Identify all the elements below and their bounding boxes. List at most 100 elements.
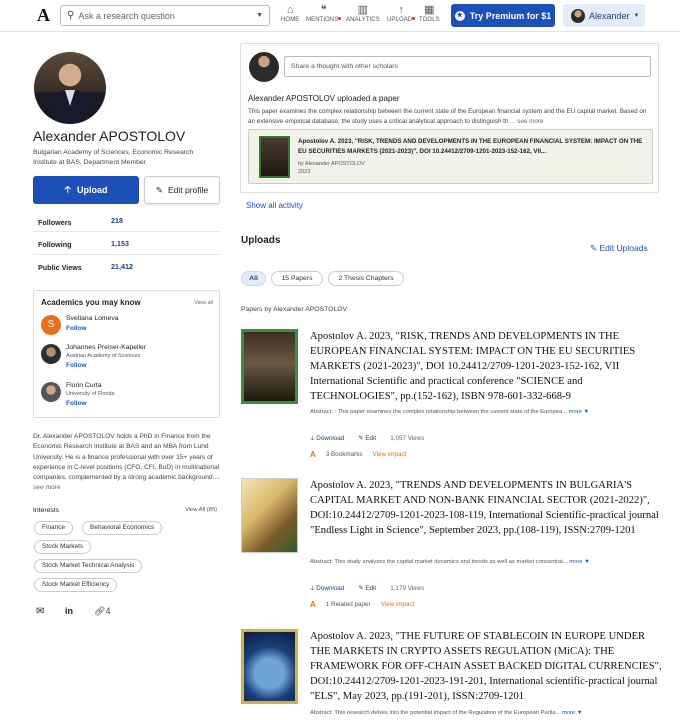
- link-icon: 🔗︎: [94, 606, 106, 616]
- academic-name[interactable]: Florin Curta: [66, 382, 102, 389]
- paper-abstract: Abstract: This study analyzes the capita…: [310, 559, 640, 565]
- user-avatar: [249, 52, 279, 82]
- paper-meta: A 3 Bookmarks View impact: [310, 450, 406, 459]
- activity-paper-title[interactable]: Apostolov A. 2023, "RISK, TRENDS AND DEV…: [298, 137, 648, 156]
- paper-actions: 🡣 Download ✎ Edit 1,179 Views: [310, 583, 424, 594]
- bio-see-more-link[interactable]: see more: [33, 484, 61, 491]
- dropdown-caret-icon[interactable]: ▼: [256, 12, 263, 19]
- activity-paper-card[interactable]: Apostolov A. 2023, "RISK, TRENDS AND DEV…: [248, 129, 653, 184]
- paper-bookmarks[interactable]: 3 Bookmarks: [326, 451, 363, 458]
- academic-avatar[interactable]: [41, 382, 61, 402]
- filter-papers[interactable]: 15 Papers: [271, 271, 323, 286]
- paper-views: 1,179 Views: [390, 585, 425, 592]
- upload-arrow-icon: 🡡: [64, 184, 71, 194]
- profile-name: Alexander APOSTOLOV: [33, 128, 186, 144]
- activity-see-more-link[interactable]: ... see more: [510, 118, 543, 125]
- academics-you-may-know-panel: Academics you may know View all S Svetla…: [33, 290, 220, 418]
- download-button[interactable]: 🡣 Download: [310, 433, 344, 444]
- view-impact-link[interactable]: View impact: [373, 451, 407, 458]
- share-thought-input[interactable]: Share a thought with other scholars: [284, 56, 651, 77]
- filter-all[interactable]: All: [241, 271, 266, 286]
- nav-upload[interactable]: ↑ UPLOAD: [387, 3, 416, 23]
- stat-following-value[interactable]: 1,153: [111, 239, 129, 248]
- edit-profile-button[interactable]: ✎ Edit profile: [144, 176, 220, 204]
- nav-tools[interactable]: ▦ TOOLS: [419, 3, 440, 23]
- search-bar[interactable]: ⚲ Ask a research question ▼: [60, 5, 270, 26]
- edit-uploads-button[interactable]: ✎ Edit Uploads: [590, 243, 648, 254]
- abstract-more-link[interactable]: more: [569, 409, 582, 415]
- pencil-icon: ✎: [155, 184, 163, 195]
- notification-dot: [412, 17, 416, 20]
- analytics-icon: ▥: [357, 4, 369, 16]
- pencil-icon: ✎: [358, 435, 364, 442]
- follow-link[interactable]: Follow: [66, 400, 87, 407]
- chevron-down-icon[interactable]: ▼: [583, 559, 590, 565]
- academia-a-icon: A: [310, 600, 316, 609]
- download-button[interactable]: 🡣 Download: [310, 583, 344, 594]
- academic-affiliation: University of Florida: [66, 391, 115, 397]
- academic-suggestion: Florin Curta University of Florida Follo…: [41, 382, 211, 410]
- abstract-more-link[interactable]: more: [562, 710, 575, 716]
- upload-button[interactable]: 🡡 Upload: [33, 176, 139, 204]
- stat-following-label: Following: [38, 240, 72, 249]
- academic-name[interactable]: Johannes Preiser-Kapeller: [66, 344, 146, 351]
- academic-name[interactable]: Svetlana Lomeva: [66, 315, 119, 322]
- abstract-more-link[interactable]: more: [569, 559, 582, 565]
- try-premium-button[interactable]: ★ Try Premium for $1: [451, 4, 555, 27]
- notification-dot: [338, 17, 342, 20]
- view-impact-link[interactable]: View impact: [381, 601, 415, 608]
- links-button[interactable]: 🔗︎4: [94, 606, 110, 617]
- divider: [33, 231, 220, 232]
- stat-views-value[interactable]: 21,412: [111, 262, 133, 271]
- mentions-icon: ❝: [320, 4, 327, 16]
- divider: [33, 254, 220, 255]
- interest-chip[interactable]: Behavioral Economics: [82, 521, 163, 535]
- stat-followers-value[interactable]: 218: [111, 216, 123, 225]
- show-all-activity-link[interactable]: Show all activity: [246, 201, 303, 210]
- nav-tools-label: TOOLS: [419, 17, 440, 23]
- activity-title: Alexander APOSTOLOV uploaded a paper: [248, 94, 400, 103]
- download-icon: 🡣: [310, 435, 315, 442]
- search-input[interactable]: Ask a research question: [78, 11, 256, 21]
- linkedin-icon[interactable]: in: [65, 606, 73, 616]
- edit-paper-button[interactable]: ✎ Edit: [358, 585, 376, 592]
- edit-paper-button[interactable]: ✎ Edit: [358, 435, 376, 442]
- activity-paper-author: by Alexander APOSTOLOV: [298, 161, 365, 167]
- nav-home[interactable]: ⌂ HOME: [281, 3, 299, 23]
- paper-title[interactable]: Apostolov A. 2023, "TRENDS AND DEVELOPME…: [310, 478, 662, 538]
- interest-chip[interactable]: Finance: [34, 521, 74, 535]
- chevron-down-icon[interactable]: ▼: [575, 710, 583, 716]
- academic-avatar[interactable]: [41, 344, 61, 364]
- paper-thumbnail: [259, 136, 290, 178]
- activity-description-text: This paper examines the complex relation…: [248, 108, 647, 125]
- paper-meta: A 1 Related paper View impact: [310, 600, 414, 609]
- academic-avatar[interactable]: S: [41, 315, 61, 335]
- interest-chip[interactable]: Stock Markets: [34, 540, 92, 554]
- paper-title[interactable]: Apostolov A. 2023, "THE FUTURE OF STABLE…: [310, 629, 662, 704]
- paper-cover[interactable]: [241, 329, 298, 404]
- academia-logo[interactable]: A: [37, 5, 50, 26]
- email-icon[interactable]: ✉: [36, 606, 44, 617]
- filter-thesis-chapters[interactable]: 2 Thesis Chapters: [328, 271, 404, 286]
- paper-abstract-text: Abstract: : This paper examines the comp…: [310, 409, 568, 415]
- profile-affiliation[interactable]: Bulgarian Academy of Sciences, Economic …: [33, 148, 213, 168]
- paper-cover[interactable]: [241, 629, 298, 704]
- nav-analytics[interactable]: ▥ ANALYTICS: [346, 3, 380, 23]
- nav-mentions[interactable]: ❝ MENTIONS: [306, 3, 342, 23]
- chevron-down-icon[interactable]: ▼: [582, 409, 589, 415]
- paper-cover[interactable]: [241, 478, 298, 553]
- user-menu-button[interactable]: Alexander ▼: [563, 4, 645, 27]
- follow-link[interactable]: Follow: [66, 325, 87, 332]
- interest-chip[interactable]: Stock Market Technical Analysis: [34, 559, 143, 573]
- nav-analytics-label: ANALYTICS: [346, 17, 380, 23]
- interests-view-all-link[interactable]: View All (85): [185, 507, 217, 513]
- activity-description: This paper examines the complex relation…: [248, 107, 653, 127]
- academics-view-all-link[interactable]: View all: [194, 300, 213, 306]
- paper-title[interactable]: Apostolov A. 2023, "RISK, TRENDS AND DEV…: [310, 329, 662, 404]
- interests-title: Interests: [33, 507, 60, 514]
- upload-button-label: Upload: [76, 185, 108, 195]
- follow-link[interactable]: Follow: [66, 362, 87, 369]
- paper-related[interactable]: 1 Related paper: [326, 601, 371, 608]
- interest-chip[interactable]: Stock Market Efficiency: [34, 578, 118, 592]
- stat-views-label: Public Views: [38, 263, 82, 272]
